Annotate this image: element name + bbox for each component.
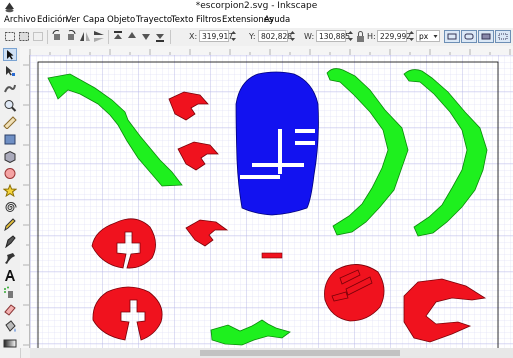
tweak-tool[interactable] xyxy=(3,82,17,95)
eraser-icon xyxy=(4,304,16,316)
x-coordinate-field[interactable]: 319,917 xyxy=(199,30,233,42)
circle-icon xyxy=(4,168,16,179)
menu-objeto[interactable]: Objeto xyxy=(107,15,135,25)
text-tool[interactable] xyxy=(3,269,17,282)
y-label: Y: xyxy=(249,32,256,41)
3d-box-tool[interactable] xyxy=(3,150,17,164)
x-label: X: xyxy=(189,32,198,41)
menu-ayuda[interactable]: Ayuda xyxy=(264,15,290,25)
menu-texto[interactable]: Texto xyxy=(171,15,193,25)
flip-horizontal-icon[interactable] xyxy=(79,30,91,43)
select-all-layers-icon[interactable] xyxy=(18,30,30,43)
menu-archivo[interactable]: Archivo xyxy=(4,15,36,25)
star-tool[interactable] xyxy=(2,183,18,198)
select-all-icon[interactable] xyxy=(4,30,16,43)
spray-icon xyxy=(4,286,13,298)
toolbar-separator xyxy=(47,30,48,44)
ruler-icon xyxy=(3,116,17,130)
move-gradients-icon xyxy=(481,33,491,40)
toolbox xyxy=(0,46,21,358)
red-small-bar[interactable] xyxy=(261,252,283,259)
lower-icon[interactable] xyxy=(140,30,152,43)
menu-bar: Archivo Edición Ver Capa Objeto Trayecto… xyxy=(0,14,513,29)
menu-edicion[interactable]: Edición xyxy=(37,15,68,25)
paint-bucket-icon xyxy=(5,320,16,332)
menu-capa[interactable]: Capa xyxy=(83,15,105,25)
height-spin-icon[interactable] xyxy=(408,30,415,42)
spray-tool[interactable] xyxy=(3,286,17,299)
body-slot xyxy=(295,141,315,145)
horizontal-ruler-ticks xyxy=(29,49,511,55)
toolbar-separator xyxy=(108,30,109,44)
rotate-cw-icon[interactable] xyxy=(65,30,77,43)
node-tool[interactable] xyxy=(3,65,17,78)
pencil-icon xyxy=(4,218,16,232)
rectangle-tool[interactable] xyxy=(3,133,17,146)
pencil-tool[interactable] xyxy=(3,218,17,232)
y-coordinate-field[interactable]: 802,828 xyxy=(258,30,292,42)
node-arrow-icon xyxy=(6,66,15,76)
vertical-ruler xyxy=(20,55,30,348)
text-a-icon xyxy=(5,270,15,281)
scale-stroke-toggle[interactable] xyxy=(444,30,460,43)
selector-tool[interactable] xyxy=(3,48,17,61)
menu-filtros[interactable]: Filtros xyxy=(196,15,221,25)
3d-box-icon xyxy=(4,150,16,164)
scale-corners-toggle[interactable] xyxy=(461,30,477,43)
unit-chevron-down-icon xyxy=(433,35,438,38)
star-icon xyxy=(2,183,18,198)
eraser-tool[interactable] xyxy=(3,303,17,316)
width-field[interactable]: 130,885 xyxy=(316,30,350,42)
vertical-ruler-ticks xyxy=(23,64,29,346)
zoom-tool[interactable] xyxy=(3,99,17,112)
gradient-icon xyxy=(3,339,17,348)
toolbar-separator xyxy=(170,30,171,44)
gradient-tool[interactable] xyxy=(3,337,17,350)
spiral-tool[interactable] xyxy=(3,201,17,214)
bucket-tool[interactable] xyxy=(3,320,17,333)
title-bar: *escorpion2.svg - Inkscape xyxy=(0,0,513,14)
calligraphy-tool[interactable] xyxy=(3,252,17,265)
height-field[interactable]: 229,992 xyxy=(377,30,411,42)
scale-stroke-icon xyxy=(447,33,457,40)
menu-ver[interactable]: Ver xyxy=(66,15,80,25)
canvas-drawing xyxy=(30,55,513,348)
measure-tool[interactable] xyxy=(3,116,17,130)
horizontal-scrollbar[interactable] xyxy=(30,348,513,358)
scrollbar-thumb[interactable] xyxy=(200,350,400,356)
tweak-icon xyxy=(4,84,16,93)
move-gradients-toggle[interactable] xyxy=(478,30,494,43)
h-label: H: xyxy=(367,32,376,41)
width-spin-icon[interactable] xyxy=(347,30,354,42)
tool-controls-bar: X: 319,917 Y: 802,828 W: 130,885 H: 229,… xyxy=(0,28,513,47)
window-title: *escorpion2.svg - Inkscape xyxy=(195,1,318,11)
move-patterns-icon xyxy=(498,33,508,40)
rectangle-icon xyxy=(4,134,16,145)
raise-icon[interactable] xyxy=(126,30,138,43)
x-spin-icon[interactable] xyxy=(230,30,237,42)
lock-proportions-icon[interactable] xyxy=(356,30,365,43)
unit-value: px xyxy=(419,32,429,41)
raise-to-top-icon[interactable] xyxy=(112,30,124,43)
pen-tool[interactable] xyxy=(3,235,17,249)
calligraphy-icon xyxy=(5,253,15,264)
body-slot xyxy=(295,129,315,133)
magnifier-icon xyxy=(4,100,17,112)
w-label: W: xyxy=(304,32,315,41)
body-slot xyxy=(240,175,280,179)
scale-corners-icon xyxy=(464,33,474,40)
deselect-icon[interactable] xyxy=(32,30,44,43)
lower-to-bottom-icon[interactable] xyxy=(154,30,166,43)
ellipse-tool[interactable] xyxy=(3,167,17,180)
body-slot xyxy=(278,129,282,174)
spiral-icon xyxy=(5,202,17,212)
rotate-ccw-icon[interactable] xyxy=(51,30,63,43)
pen-icon xyxy=(5,235,16,249)
flip-vertical-icon[interactable] xyxy=(93,30,105,43)
y-spin-icon[interactable] xyxy=(289,30,296,42)
move-patterns-toggle[interactable] xyxy=(495,30,511,43)
menu-trayecto[interactable]: Trayecto xyxy=(136,15,172,25)
drawing-canvas[interactable] xyxy=(30,55,513,348)
arrow-pointer-icon xyxy=(7,50,14,60)
